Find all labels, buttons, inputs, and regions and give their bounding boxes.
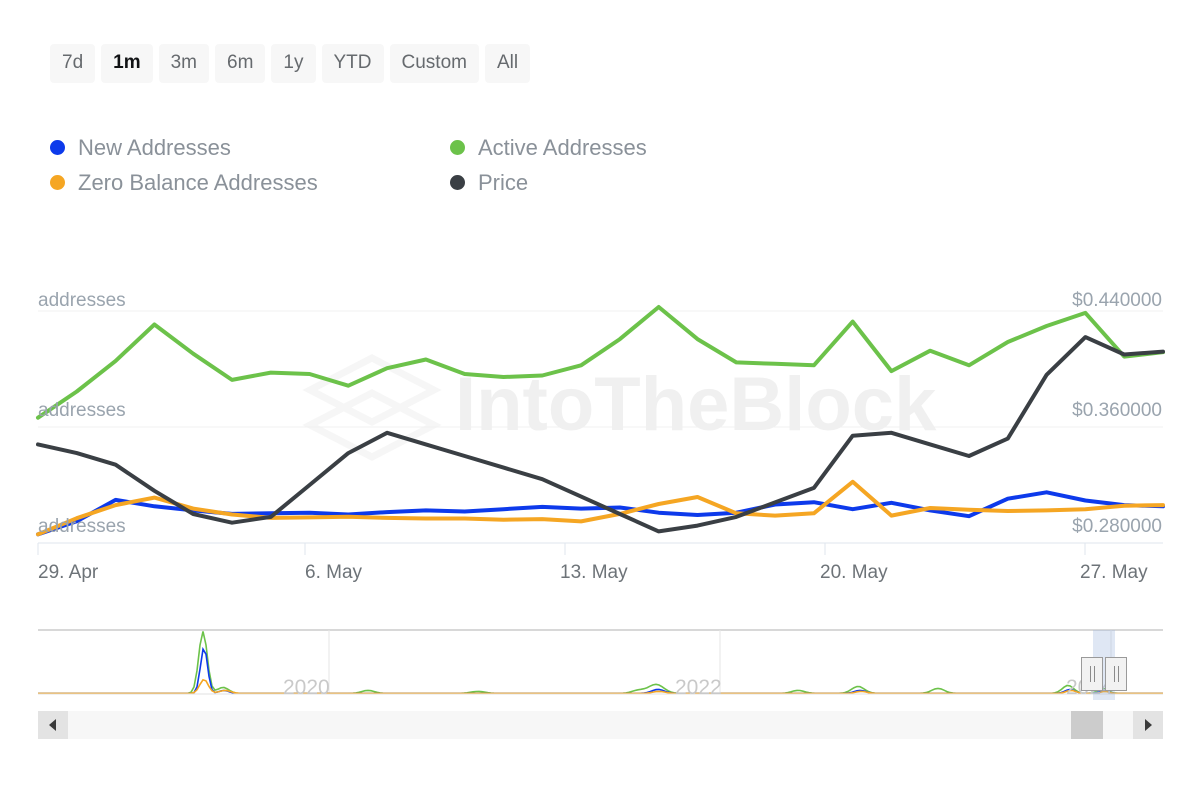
scroll-right-arrow-button[interactable] [1133, 711, 1163, 739]
grip-line [1118, 666, 1119, 682]
legend-label: Price [478, 172, 528, 194]
range-button-custom[interactable]: Custom [390, 44, 479, 83]
range-selector: 7d1m3m6m1yYTDCustomAll [50, 44, 530, 83]
grip-line [1114, 666, 1115, 682]
right-arrow-icon [1142, 718, 1154, 732]
navigator-handle-left[interactable] [1081, 657, 1103, 691]
navigator-series-line [38, 680, 1163, 694]
legend-dot-icon [50, 175, 65, 190]
y-right-tick-0: $0.280000 [1072, 517, 1162, 536]
x-tick-4: 27. May [1080, 563, 1148, 582]
legend-label: Active Addresses [478, 137, 647, 159]
scrollbar-track[interactable] [68, 711, 1133, 739]
range-button-1y[interactable]: 1y [271, 44, 315, 83]
left-arrow-icon [47, 718, 59, 732]
legend-dot-icon [50, 140, 65, 155]
main-chart[interactable]: IntoTheBlock addresses addresses address… [0, 255, 1200, 600]
series-line-price [38, 337, 1163, 531]
legend-label: New Addresses [78, 137, 231, 159]
grip-line [1090, 666, 1091, 682]
plot-area [0, 255, 1200, 600]
chart-legend: New Addresses Active Addresses Zero Balanc… [50, 130, 810, 200]
chart-scrollbar[interactable] [38, 711, 1163, 739]
y-left-tick-2: addresses [38, 291, 126, 310]
scrollbar-thumb[interactable] [1071, 711, 1103, 739]
legend-dot-icon [450, 140, 465, 155]
grip-line [1094, 666, 1095, 682]
legend-item-active-addresses[interactable]: Active Addresses [450, 137, 810, 159]
range-button-1m[interactable]: 1m [101, 44, 152, 83]
series-line-new-addresses [38, 492, 1163, 534]
navigator-year-2020: 2020 [283, 677, 330, 698]
range-button-all[interactable]: All [485, 44, 530, 83]
x-tick-1: 6. May [305, 563, 362, 582]
y-left-tick-0: addresses [38, 517, 126, 536]
x-tick-2: 13. May [560, 563, 628, 582]
scroll-left-arrow-button[interactable] [38, 711, 68, 739]
y-left-tick-1: addresses [38, 401, 126, 420]
y-right-tick-1: $0.360000 [1072, 401, 1162, 420]
range-button-ytd[interactable]: YTD [322, 44, 384, 83]
y-right-tick-2: $0.440000 [1072, 291, 1162, 310]
navigator-series-line [38, 649, 1163, 693]
legend-item-price[interactable]: Price [450, 172, 810, 194]
legend-item-zero-balance-addresses[interactable]: Zero Balance Addresses [50, 172, 450, 194]
navigator-year-2022: 2022 [675, 677, 722, 698]
chart-navigator[interactable]: 2020 2022 2024 [38, 622, 1163, 700]
chart-page: 7d1m3m6m1yYTDCustomAll New Addresses Acti… [0, 0, 1200, 800]
navigator-series [38, 622, 1163, 700]
legend-label: Zero Balance Addresses [78, 172, 318, 194]
legend-item-new-addresses[interactable]: New Addresses [50, 137, 450, 159]
range-button-7d[interactable]: 7d [50, 44, 95, 83]
range-button-3m[interactable]: 3m [159, 44, 209, 83]
range-button-6m[interactable]: 6m [215, 44, 265, 83]
legend-dot-icon [450, 175, 465, 190]
navigator-handle-right[interactable] [1105, 657, 1127, 691]
series-line-active-addresses [38, 307, 1163, 418]
x-tick-3: 20. May [820, 563, 888, 582]
x-tick-0: 29. Apr [38, 563, 98, 582]
